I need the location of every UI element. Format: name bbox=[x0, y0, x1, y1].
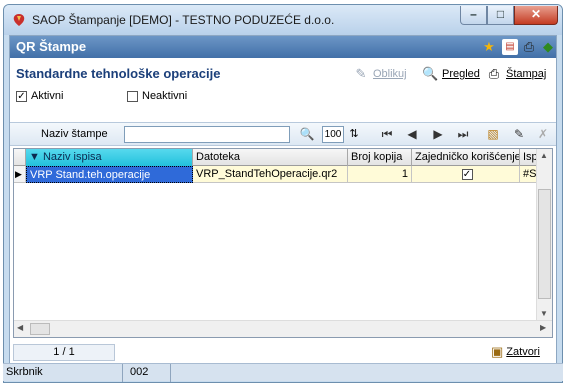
close-window-button[interactable]: ✕ bbox=[514, 6, 558, 25]
minimize-button[interactable]: – bbox=[460, 6, 487, 25]
row-indicator-header bbox=[14, 149, 26, 166]
last-record-icon[interactable]: ⏭ bbox=[456, 126, 470, 143]
top-panel: Standardne tehnološke operacije ✎ Obliku… bbox=[10, 58, 556, 122]
column-header-name[interactable]: ▼ Naziv ispisa bbox=[26, 149, 193, 166]
scroll-left-icon[interactable]: ◀ bbox=[17, 323, 23, 332]
footer-bar: Skrbnik 002 bbox=[3, 363, 563, 382]
sort-desc-icon: ▼ bbox=[29, 151, 43, 163]
inactive-checkbox-label: Neaktivni bbox=[142, 90, 188, 102]
window-title: SAOP Štampanje [DEMO] - TESTNO PODUZEĆE … bbox=[32, 13, 335, 27]
app-window: SAOP Štampanje [DEMO] - TESTNO PODUZEĆE … bbox=[3, 4, 563, 383]
next-record-icon[interactable]: ▶ bbox=[432, 126, 444, 143]
inactive-checkbox-box[interactable] bbox=[127, 90, 138, 102]
app-icon bbox=[13, 14, 25, 26]
pdf-export-icon[interactable]: ▤ bbox=[502, 39, 518, 55]
section-header: QR Štampe ★ ▤ ⎙ ◆ bbox=[10, 36, 556, 58]
print-button[interactable]: ⎙ Štampaj bbox=[486, 66, 547, 82]
vertical-scroll-thumb[interactable] bbox=[538, 189, 551, 299]
scroll-up-icon[interactable]: ▲ bbox=[540, 151, 548, 160]
printer-icon: ⎙ bbox=[488, 66, 500, 81]
column-header-file[interactable]: Datoteka bbox=[193, 149, 348, 166]
shared-checkbox[interactable]: ✓ bbox=[461, 169, 473, 180]
scroll-right-icon[interactable]: ▶ bbox=[540, 323, 546, 332]
edit-record-icon[interactable]: ✎ bbox=[511, 126, 527, 143]
record-pager: 1 / 1 bbox=[13, 344, 115, 361]
cell-file[interactable]: VRP_StandTehOperacije.qr2 bbox=[193, 166, 348, 183]
horizontal-scrollbar[interactable]: ◀ ▶ bbox=[14, 320, 552, 337]
maximize-button[interactable]: □ bbox=[487, 6, 514, 25]
search-input[interactable] bbox=[124, 126, 290, 143]
data-grid: ▼ Naziv ispisa Datoteka Broj kopija Zaje… bbox=[13, 148, 553, 338]
preview-button[interactable]: 🔍 Pregled bbox=[422, 66, 480, 82]
table-row[interactable]: ▶ VRP Stand.teh.operacije VRP_StandTehOp… bbox=[14, 166, 552, 183]
close-folder-icon: ▣ bbox=[491, 344, 504, 359]
footer-value: 002 bbox=[127, 364, 171, 382]
minimize-icon: – bbox=[470, 7, 477, 21]
close-icon: ✕ bbox=[530, 7, 542, 21]
title-bar: SAOP Štampanje [DEMO] - TESTNO PODUZEĆE … bbox=[4, 5, 562, 35]
maximize-icon: □ bbox=[496, 7, 505, 21]
column-header-shared[interactable]: Zajedničko korišćenje bbox=[412, 149, 520, 166]
active-checkbox[interactable]: ✓ Aktivni bbox=[16, 90, 63, 102]
delete-record-icon[interactable]: ✗ bbox=[535, 126, 551, 143]
close-button[interactable]: ▣ Zatvori bbox=[491, 344, 540, 360]
design-pencil-icon: ✎ bbox=[355, 66, 367, 81]
search-bar: Naziv štampe 🔍 100 ⇅ ⏮ ◀ ▶ ⏭ ▧ ✎ ✗ bbox=[10, 122, 556, 146]
active-checkbox-label: Aktivni bbox=[31, 90, 64, 102]
design-button[interactable]: ✎ Oblikuj bbox=[353, 66, 407, 82]
close-label: Zatvori bbox=[506, 346, 540, 358]
footer-label: Skrbnik bbox=[3, 364, 123, 382]
scroll-down-icon[interactable]: ▼ bbox=[540, 309, 548, 318]
cell-copies[interactable]: 1 bbox=[348, 166, 412, 183]
column-header-copies[interactable]: Broj kopija bbox=[348, 149, 412, 166]
new-record-icon[interactable]: ▧ bbox=[485, 126, 501, 143]
vertical-scrollbar[interactable]: ▲ ▼ bbox=[536, 149, 552, 321]
row-pointer-icon: ▶ bbox=[14, 166, 26, 183]
favorite-star-icon[interactable]: ★ bbox=[481, 39, 497, 55]
page-title: Standardne tehnološke operacije bbox=[16, 66, 221, 81]
section-title: QR Štampe bbox=[16, 39, 87, 54]
cell-shared[interactable]: ✓ bbox=[412, 166, 520, 183]
help-book-icon[interactable]: ◆ bbox=[540, 39, 556, 55]
print-label: Štampaj bbox=[506, 68, 547, 80]
first-record-icon[interactable]: ⏮ bbox=[380, 126, 394, 143]
status-bar: 1 / 1 ▣ Zatvori bbox=[13, 342, 553, 362]
content-panel: QR Štampe ★ ▤ ⎙ ◆ Standardne tehnološke … bbox=[9, 35, 557, 376]
previous-record-icon[interactable]: ◀ bbox=[406, 126, 418, 143]
horizontal-scroll-thumb[interactable] bbox=[30, 323, 50, 335]
printer-setup-icon[interactable]: ⎙ bbox=[521, 39, 537, 55]
search-label: Naziv štampe bbox=[41, 128, 108, 140]
sort-toggle-icon[interactable]: ⇅ bbox=[346, 126, 362, 143]
active-checkbox-box[interactable]: ✓ bbox=[16, 90, 27, 102]
cell-name[interactable]: VRP Stand.teh.operacije bbox=[26, 166, 193, 183]
design-label: Oblikuj bbox=[373, 68, 407, 80]
preview-label: Pregled bbox=[442, 68, 480, 80]
record-count-field[interactable]: 100 bbox=[322, 126, 344, 143]
grid-header: ▼ Naziv ispisa Datoteka Broj kopija Zaje… bbox=[14, 149, 552, 166]
inactive-checkbox[interactable]: Neaktivni bbox=[127, 90, 187, 102]
search-icon[interactable]: 🔍 bbox=[299, 126, 315, 143]
preview-magnifier-icon: 🔍 bbox=[422, 66, 439, 81]
